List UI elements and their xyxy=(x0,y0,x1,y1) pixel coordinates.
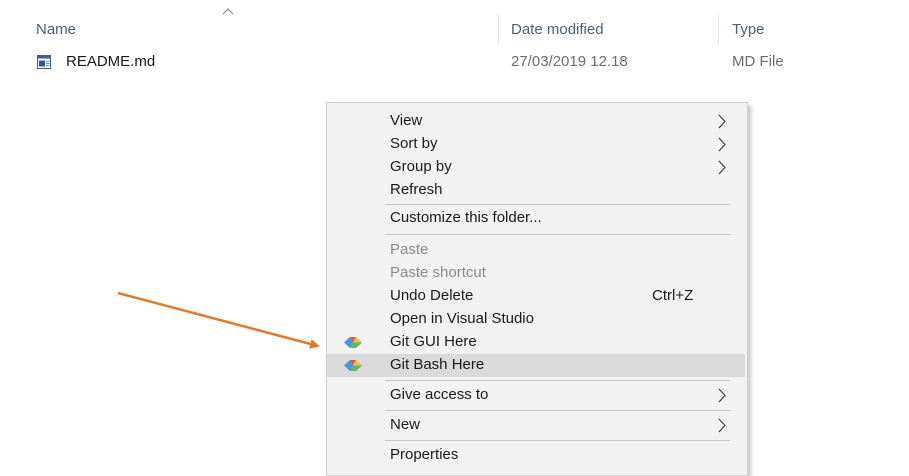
menu-item-label: Open in Visual Studio xyxy=(390,310,534,327)
file-type: MD File xyxy=(732,53,784,70)
menu-item-give-access-to[interactable]: Give access to xyxy=(327,384,745,407)
column-header-row: Name Date modified Type xyxy=(0,0,909,44)
menu-item-label: Customize this folder... xyxy=(390,209,542,226)
file-row-readme[interactable]: README.md 27/03/2019 12.18 MD File xyxy=(0,48,909,76)
chevron-right-icon xyxy=(718,160,726,175)
column-header-name[interactable]: Name xyxy=(36,21,76,38)
file-date-modified: 27/03/2019 12.18 xyxy=(511,53,628,70)
menu-item-label: Git Bash Here xyxy=(390,356,485,373)
chevron-right-icon xyxy=(718,418,726,433)
markdown-file-icon xyxy=(37,55,51,69)
menu-item-label: Group by xyxy=(390,158,452,175)
menu-item-label: Sort by xyxy=(390,135,438,152)
menu-separator xyxy=(385,204,730,205)
menu-separator xyxy=(385,234,730,235)
menu-item-label: Git GUI Here xyxy=(390,333,477,350)
chevron-right-icon xyxy=(718,388,726,403)
menu-item-shortcut: Ctrl+Z xyxy=(652,287,694,304)
git-gui-icon xyxy=(344,337,362,348)
menu-item-paste: Paste xyxy=(327,239,745,262)
menu-item-customize-folder[interactable]: Customize this folder... xyxy=(327,207,745,230)
sort-ascending-icon[interactable] xyxy=(220,6,236,16)
chevron-right-icon xyxy=(718,114,726,129)
menu-item-undo-delete[interactable]: Undo Delete Ctrl+Z xyxy=(327,285,745,308)
context-menu: View Sort by Group by Refresh Customize … xyxy=(326,102,748,476)
menu-item-label: Properties xyxy=(390,446,459,463)
menu-item-label: Paste xyxy=(390,241,429,258)
column-divider[interactable] xyxy=(718,14,719,44)
menu-item-group-by[interactable]: Group by xyxy=(327,156,745,179)
column-header-type[interactable]: Type xyxy=(732,21,765,38)
menu-item-open-in-visual-studio[interactable]: Open in Visual Studio xyxy=(327,308,745,331)
menu-item-label: Paste shortcut xyxy=(390,264,486,281)
menu-item-paste-shortcut: Paste shortcut xyxy=(327,262,745,285)
menu-item-label: Undo Delete xyxy=(390,287,474,304)
menu-item-new[interactable]: New xyxy=(327,414,745,437)
menu-item-label: View xyxy=(390,112,423,129)
menu-item-label: Refresh xyxy=(390,181,443,198)
menu-separator xyxy=(385,380,730,381)
git-bash-icon xyxy=(344,360,362,371)
menu-item-label: New xyxy=(390,416,421,433)
menu-separator xyxy=(385,440,730,441)
menu-item-sort-by[interactable]: Sort by xyxy=(327,133,745,156)
menu-separator xyxy=(385,410,730,411)
menu-item-git-gui-here[interactable]: Git GUI Here xyxy=(327,331,745,354)
menu-item-properties[interactable]: Properties xyxy=(327,444,745,467)
chevron-right-icon xyxy=(718,137,726,152)
menu-item-refresh[interactable]: Refresh xyxy=(327,179,745,202)
menu-item-git-bash-here[interactable]: Git Bash Here xyxy=(327,354,745,377)
menu-item-view[interactable]: View xyxy=(327,110,745,133)
file-name: README.md xyxy=(66,53,156,70)
column-header-date-modified[interactable]: Date modified xyxy=(511,21,604,38)
menu-item-label: Give access to xyxy=(390,386,489,403)
column-divider[interactable] xyxy=(498,14,499,44)
